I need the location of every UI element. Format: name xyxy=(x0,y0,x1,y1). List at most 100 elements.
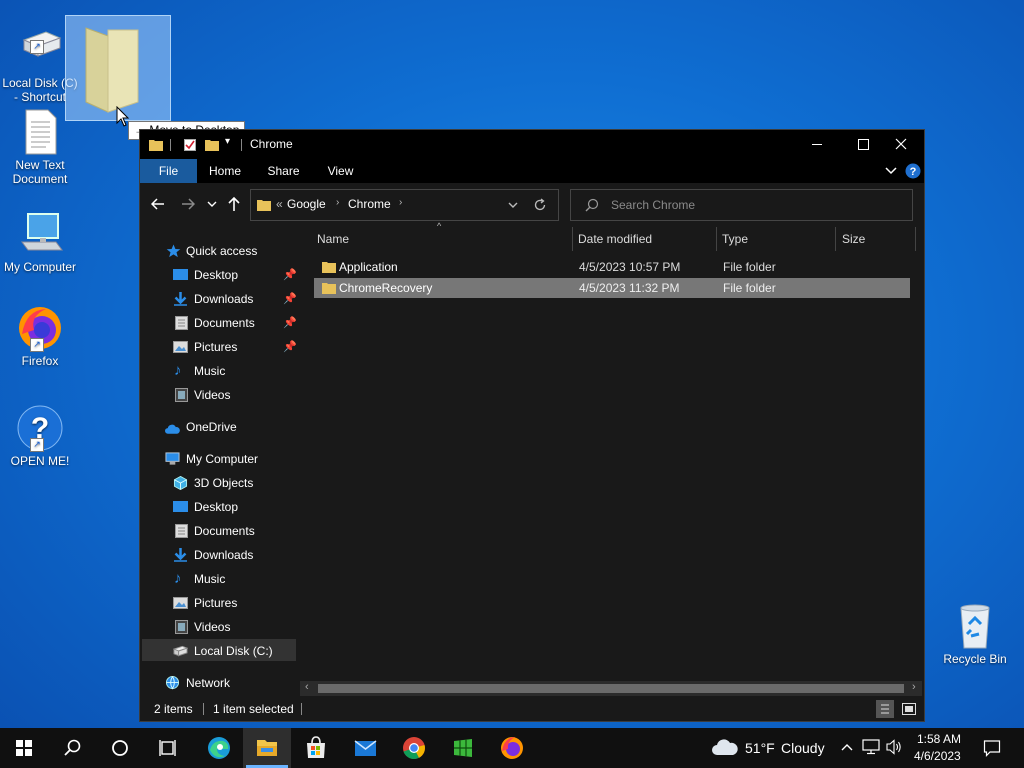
address-bar[interactable]: « Google › Chrome › xyxy=(250,189,559,221)
network-icon[interactable] xyxy=(862,739,880,755)
recent-locations-icon[interactable] xyxy=(207,200,217,208)
drive-icon: ↗ xyxy=(16,26,64,74)
nav-quick-downloads[interactable]: Downloads 📌 xyxy=(173,288,297,310)
desktop-icon-open-me[interactable]: ? ↗ OPEN ME! xyxy=(0,404,80,468)
search-input[interactable]: Search Chrome xyxy=(611,198,695,212)
chevron-right-icon[interactable]: › xyxy=(336,197,339,208)
sort-ascending-icon: ^ xyxy=(437,221,442,231)
scrollbar-thumb[interactable] xyxy=(318,684,904,693)
up-arrow-icon[interactable] xyxy=(227,196,241,212)
file-date: 4/5/2023 11:32 PM xyxy=(579,281,680,295)
tab-view[interactable]: View xyxy=(318,159,363,183)
notification-icon[interactable] xyxy=(983,739,1001,757)
large-icons-view-icon[interactable] xyxy=(901,701,917,717)
nav-quick-pictures[interactable]: Pictures 📌 xyxy=(173,336,297,358)
search-icon xyxy=(585,198,599,212)
properties-checkbox-icon[interactable] xyxy=(184,139,196,151)
file-name: Application xyxy=(339,260,398,274)
status-divider xyxy=(301,703,302,715)
search-box[interactable]: Search Chrome xyxy=(570,189,913,221)
breadcrumb-overflow[interactable]: « xyxy=(276,197,283,211)
firefox-icon: ↗ xyxy=(16,304,64,352)
tab-share[interactable]: Share xyxy=(260,159,307,183)
volume-icon[interactable] xyxy=(885,739,903,755)
taskbar: 51°F Cloudy 1:58 AM 4/6/2023 xyxy=(0,728,1024,768)
desktop-icon-label: OPEN ME! xyxy=(10,454,70,468)
scroll-right-icon[interactable]: › xyxy=(912,681,916,693)
column-header-name[interactable]: Name xyxy=(317,228,349,250)
file-explorer-window[interactable]: ▾ Chrome File Home Share View ? « Google… xyxy=(139,129,925,722)
download-icon xyxy=(174,548,187,562)
desktop-icon-label: New Text Document xyxy=(12,158,68,186)
title-bar[interactable]: ▾ Chrome xyxy=(140,130,924,159)
tab-home[interactable]: Home xyxy=(202,159,248,183)
ribbon-tabs: File Home Share View ? xyxy=(140,159,924,183)
cortana-icon[interactable] xyxy=(96,728,144,768)
store-icon[interactable] xyxy=(292,728,340,768)
firefox-icon[interactable] xyxy=(488,728,536,768)
address-row: « Google › Chrome › Search Chrome xyxy=(140,183,924,227)
clock-date[interactable]: 4/6/2023 xyxy=(914,749,961,763)
computer-icon xyxy=(16,210,64,258)
svg-text:?: ? xyxy=(910,166,917,178)
column-header-type[interactable]: Type xyxy=(722,228,748,250)
breadcrumb-google[interactable]: Google xyxy=(287,197,326,211)
file-date: 4/5/2023 10:57 PM xyxy=(579,260,681,274)
picture-icon xyxy=(173,597,188,609)
scroll-left-icon[interactable]: ‹ xyxy=(305,681,309,693)
windows-start-icon[interactable] xyxy=(0,728,48,768)
task-view-icon[interactable] xyxy=(144,728,192,768)
pin-icon: 📌 xyxy=(283,293,297,305)
desktop-icon-my-computer[interactable]: My Computer xyxy=(0,210,80,274)
forward-arrow-icon[interactable] xyxy=(181,197,195,211)
tab-file[interactable]: File xyxy=(140,159,197,183)
column-header-date[interactable]: Date modified xyxy=(578,228,652,250)
chevron-right-icon[interactable]: › xyxy=(399,197,402,208)
cube-icon xyxy=(173,476,188,490)
search-icon[interactable] xyxy=(48,728,96,768)
weather-condition[interactable]: Cloudy xyxy=(781,740,825,756)
edge-icon[interactable] xyxy=(195,728,243,768)
chrome-icon[interactable] xyxy=(390,728,438,768)
pin-icon: 📌 xyxy=(283,341,297,353)
folder-icon xyxy=(322,262,336,273)
table-row-selected[interactable]: ChromeRecovery 4/5/2023 11:32 PM File fo… xyxy=(314,278,910,298)
breadcrumb-chrome[interactable]: Chrome xyxy=(348,197,391,211)
nav-quick-desktop[interactable]: Desktop 📌 xyxy=(173,264,297,286)
desktop-icon-firefox[interactable]: ↗ Firefox xyxy=(0,304,80,368)
status-divider xyxy=(203,703,204,715)
chevron-up-icon[interactable] xyxy=(840,741,854,753)
table-row[interactable]: Application 4/5/2023 10:57 PM File folde… xyxy=(314,257,910,277)
desktop-icon xyxy=(173,269,188,280)
details-view-icon[interactable] xyxy=(876,700,894,718)
new-folder-icon[interactable] xyxy=(205,138,219,151)
qat-dropdown-icon[interactable]: ▾ xyxy=(225,136,230,147)
horizontal-scrollbar[interactable]: ‹ › xyxy=(300,681,922,696)
network-icon xyxy=(165,676,180,690)
help-icon[interactable]: ? xyxy=(905,163,921,179)
qat-separator xyxy=(241,139,242,151)
refresh-icon[interactable] xyxy=(533,198,547,212)
close-icon[interactable] xyxy=(878,130,924,159)
desktop-icon-label: Firefox xyxy=(21,354,59,368)
weather-cloud-icon[interactable] xyxy=(711,737,739,757)
file-explorer-icon[interactable] xyxy=(243,728,291,768)
minimize-icon[interactable] xyxy=(794,130,840,159)
back-arrow-icon[interactable] xyxy=(151,197,165,211)
desktop-icon xyxy=(173,501,188,512)
file-type: File folder xyxy=(723,281,776,295)
column-header-size[interactable]: Size xyxy=(842,228,865,250)
weather-temperature[interactable]: 51°F xyxy=(745,740,775,756)
file-type: File folder xyxy=(723,260,776,274)
desktop-icon-label: My Computer xyxy=(3,260,77,274)
desktop-icon-recycle-bin[interactable]: Recycle Bin xyxy=(935,602,1015,666)
spreadsheet-app-icon[interactable] xyxy=(439,728,487,768)
video-icon xyxy=(175,388,188,402)
clock-time[interactable]: 1:58 AM xyxy=(917,732,961,746)
chevron-down-icon[interactable] xyxy=(885,166,897,176)
folder-icon xyxy=(322,283,336,294)
mail-icon[interactable] xyxy=(341,728,389,768)
chevron-down-icon[interactable] xyxy=(508,201,518,209)
nav-quick-documents[interactable]: Documents 📌 xyxy=(173,312,297,334)
pin-icon: 📌 xyxy=(283,317,297,329)
